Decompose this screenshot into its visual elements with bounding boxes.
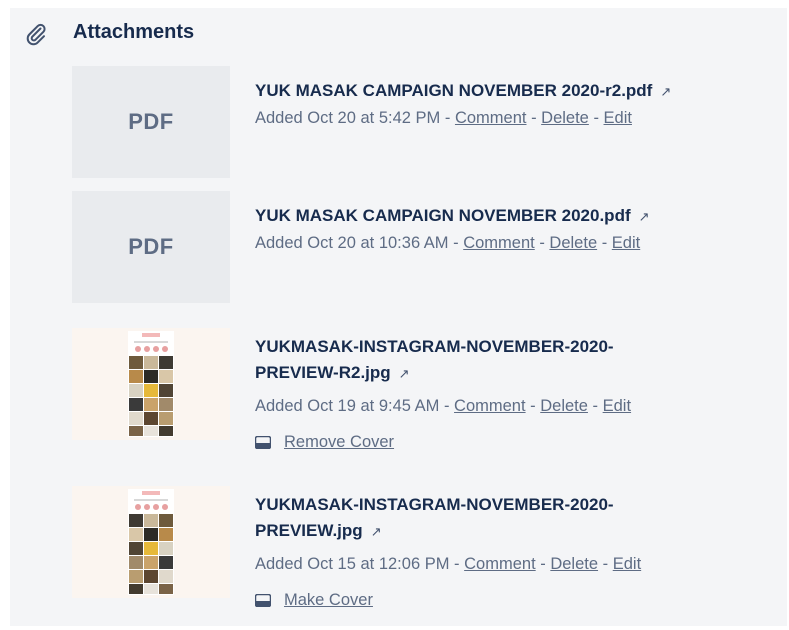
attachment-name-link[interactable]: YUKMASAK-INSTAGRAM-NOVEMBER-2020- bbox=[255, 337, 614, 356]
comment-link[interactable]: Comment bbox=[464, 555, 536, 573]
make-cover-link[interactable]: Make Cover bbox=[284, 587, 373, 613]
delete-link[interactable]: Delete bbox=[549, 234, 597, 252]
section-title: Attachments bbox=[73, 21, 195, 43]
attachment-name[interactable]: YUK MASAK CAMPAIGN NOVEMBER 2020-r2.pdf ↗ bbox=[255, 78, 765, 105]
attachment-name-link-line2[interactable]: PREVIEW.jpg bbox=[255, 521, 363, 540]
added-date: Added Oct 20 at 5:42 PM bbox=[255, 109, 441, 127]
attachment-name[interactable]: YUK MASAK CAMPAIGN NOVEMBER 2020.pdf ↗ bbox=[255, 203, 765, 230]
preview-collage-graphic bbox=[128, 489, 174, 595]
instagram-preview-image bbox=[128, 489, 174, 595]
separator: - bbox=[448, 234, 464, 252]
attachment-name-link[interactable]: YUK MASAK CAMPAIGN NOVEMBER 2020.pdf bbox=[255, 206, 631, 225]
attachment-name-link[interactable]: YUKMASAK-INSTAGRAM-NOVEMBER-2020- bbox=[255, 495, 614, 514]
comment-link[interactable]: Comment bbox=[463, 234, 535, 252]
external-link-icon[interactable]: ↗ bbox=[371, 524, 382, 539]
separator: - bbox=[439, 397, 455, 415]
remove-cover-link[interactable]: Remove Cover bbox=[284, 429, 394, 455]
added-date: Added Oct 19 at 9:45 AM bbox=[255, 397, 440, 415]
attachment-meta: Added Oct 19 at 9:45 AM - Comment - Dele… bbox=[255, 393, 765, 419]
edit-link[interactable]: Edit bbox=[603, 397, 631, 415]
edit-link[interactable]: Edit bbox=[604, 109, 632, 127]
separator: - bbox=[535, 555, 551, 573]
edit-link[interactable]: Edit bbox=[613, 555, 641, 573]
separator: - bbox=[587, 397, 603, 415]
comment-link[interactable]: Comment bbox=[455, 109, 527, 127]
separator: - bbox=[598, 555, 613, 573]
pdf-thumbnail[interactable]: PDF bbox=[72, 66, 230, 178]
pdf-label: PDF bbox=[128, 109, 174, 134]
separator: - bbox=[440, 109, 455, 127]
preview-collage-graphic bbox=[128, 331, 174, 437]
separator: - bbox=[534, 234, 550, 252]
pdf-label: PDF bbox=[128, 234, 174, 259]
delete-link[interactable]: Delete bbox=[541, 109, 589, 127]
cover-action[interactable]: Make Cover bbox=[255, 587, 765, 613]
paperclip-icon bbox=[26, 23, 46, 46]
attachment-name-link-line2[interactable]: PREVIEW-R2.jpg bbox=[255, 363, 391, 382]
external-link-icon[interactable]: ↗ bbox=[399, 366, 410, 381]
attachment-name[interactable]: YUKMASAK-INSTAGRAM-NOVEMBER-2020- PREVIEW… bbox=[255, 334, 765, 387]
attachment-meta: Added Oct 15 at 12:06 PM - Comment - Del… bbox=[255, 551, 765, 577]
edit-link[interactable]: Edit bbox=[612, 234, 640, 252]
added-date: Added Oct 15 at 12:06 PM bbox=[255, 555, 450, 573]
comment-link[interactable]: Comment bbox=[454, 397, 526, 415]
attachments-header: Attachments bbox=[10, 8, 787, 58]
separator: - bbox=[597, 234, 612, 252]
instagram-preview-image bbox=[128, 331, 174, 437]
image-thumbnail[interactable] bbox=[72, 328, 230, 440]
attachment-name-link[interactable]: YUK MASAK CAMPAIGN NOVEMBER 2020-r2.pdf bbox=[255, 81, 652, 100]
image-thumbnail[interactable] bbox=[72, 486, 230, 598]
separator: - bbox=[449, 555, 465, 573]
separator: - bbox=[526, 109, 542, 127]
card-cover-icon bbox=[255, 435, 271, 449]
separator: - bbox=[525, 397, 541, 415]
external-link-icon[interactable]: ↗ bbox=[660, 84, 671, 99]
attachment-name[interactable]: YUKMASAK-INSTAGRAM-NOVEMBER-2020- PREVIEW… bbox=[255, 492, 765, 545]
delete-link[interactable]: Delete bbox=[550, 555, 598, 573]
cover-action[interactable]: Remove Cover bbox=[255, 429, 765, 455]
separator: - bbox=[588, 109, 604, 127]
delete-link[interactable]: Delete bbox=[540, 397, 588, 415]
external-link-icon[interactable]: ↗ bbox=[639, 209, 650, 224]
pdf-thumbnail[interactable]: PDF bbox=[72, 191, 230, 303]
attachment-meta: Added Oct 20 at 5:42 PM - Comment - Dele… bbox=[255, 105, 765, 131]
added-date: Added Oct 20 at 10:36 AM bbox=[255, 234, 449, 252]
attachment-meta: Added Oct 20 at 10:36 AM - Comment - Del… bbox=[255, 230, 765, 256]
card-cover-icon bbox=[255, 593, 271, 607]
attachments-panel: Attachments PDF YUK MASAK CAMPAIGN NOVEM… bbox=[10, 8, 787, 626]
